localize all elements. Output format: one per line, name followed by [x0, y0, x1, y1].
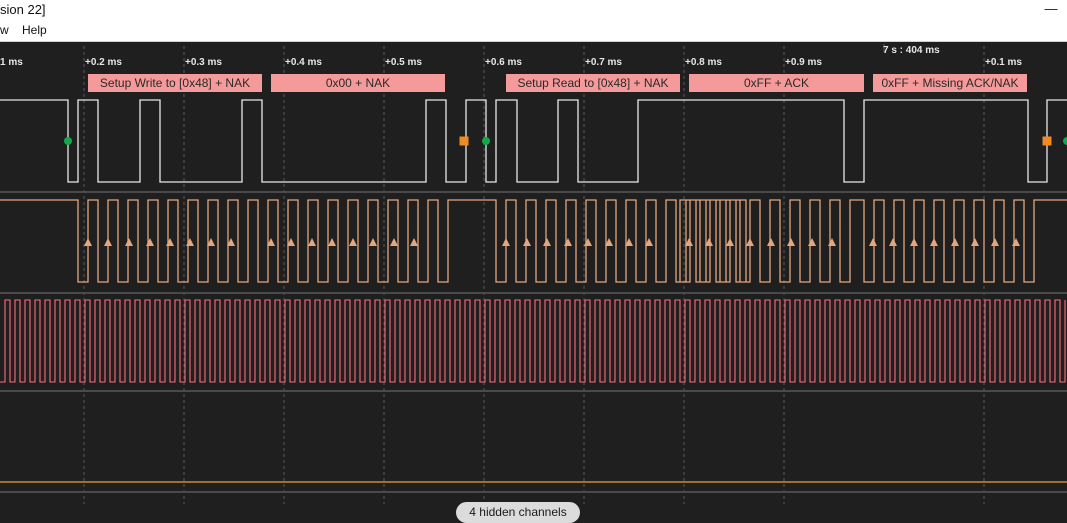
rising-edge-arrow-icon [726, 238, 734, 246]
rising-edge-arrow-icon [84, 238, 92, 246]
rising-edge-arrow-icon [1012, 238, 1020, 246]
hidden-channels-button[interactable]: 4 hidden channels [456, 502, 580, 523]
waveform-view[interactable]: 1 ms +0.2 ms +0.3 ms +0.4 ms +0.5 ms +0.6 ms +… [0, 42, 1067, 523]
channel-traces [0, 99, 1067, 483]
annotation-label: Setup Write to [0x48] + NAK [100, 76, 250, 90]
rising-edge-arrow-icon [767, 238, 775, 246]
rising-edge-arrow-icon [125, 238, 133, 246]
menu-bar: w Help [0, 20, 1067, 42]
green-circle-icon [64, 137, 72, 145]
orange-square-icon [1042, 136, 1052, 146]
window-title: sion 22] [0, 2, 46, 17]
annotation-label: 0x00 + NAK [326, 76, 390, 90]
rising-edge-arrow-icon [410, 238, 418, 246]
orange-square-icon [459, 136, 469, 146]
rising-edge-arrow-icon [910, 238, 918, 246]
time-tick-label: 1 ms [0, 57, 23, 68]
time-tick-label: +0.2 ms [85, 57, 122, 68]
time-tick-label: +0.9 ms [785, 57, 822, 68]
rising-edge-arrow-icon [746, 238, 754, 246]
title-bar: sion 22] — [0, 0, 1067, 20]
rising-edge-arrow-icon [584, 238, 592, 246]
annotation-label: 0xFF + ACK [744, 76, 809, 90]
rising-edge-arrow-icon [971, 238, 979, 246]
rising-edge-arrow-icon [564, 238, 572, 246]
time-tick-label: +0.7 ms [585, 57, 622, 68]
rising-edge-arrow-icon [369, 238, 377, 246]
minimize-button[interactable]: — [1043, 0, 1059, 18]
rising-edge-arrow-icon [951, 238, 959, 246]
time-tick-label: +0.1 ms [985, 57, 1022, 68]
rising-edge-arrow-icon [502, 238, 510, 246]
time-tick-label: +0.6 ms [485, 57, 522, 68]
rising-edge-arrow-icon [828, 238, 836, 246]
time-tick-label: +0.4 ms [285, 57, 322, 68]
green-circle-icon [1063, 137, 1067, 145]
rising-edge-arrow-icon [308, 238, 316, 246]
rising-edge-arrow-icon [104, 238, 112, 246]
protocol-annotations: Setup Write to [0x48] + NAK 0x00 + NAK Set… [88, 74, 1027, 92]
rising-edge-arrow-icon [869, 238, 877, 246]
time-ruler: 1 ms +0.2 ms +0.3 ms +0.4 ms +0.5 ms +0.6 ms +… [0, 57, 1022, 68]
rising-edge-arrow-icon [349, 238, 357, 246]
rising-edge-arrow-icon [146, 238, 154, 246]
rising-edge-arrow-icon [808, 238, 816, 246]
menu-item-help[interactable]: Help [22, 23, 47, 37]
rising-edge-arrow-icon [991, 238, 999, 246]
rising-edge-arrow-icon [930, 238, 938, 246]
rising-edge-arrow-icon [328, 238, 336, 246]
rising-edge-arrow-icon [523, 238, 531, 246]
time-gridlines [83, 44, 985, 504]
annotation-label: Setup Read to [0x48] + NAK [517, 76, 668, 90]
channel-1-trace [0, 199, 1067, 283]
time-tick-label: +0.8 ms [685, 57, 722, 68]
time-tick-label: +0.5 ms [385, 57, 422, 68]
rising-edge-arrow-icon [787, 238, 795, 246]
timestamp-marker-label: 7 s : 404 ms [883, 45, 940, 56]
annotation-label: 0xFF + Missing ACK/NAK [881, 76, 1018, 90]
green-circle-icon [482, 137, 490, 145]
rising-edge-arrow-icon [186, 238, 194, 246]
frame-markers [64, 136, 1067, 146]
rising-edge-arrow-icon [166, 238, 174, 246]
rising-edge-arrow-icon [390, 238, 398, 246]
channel-2-trace [0, 299, 1066, 383]
menu-item-view[interactable]: w [0, 23, 9, 37]
rising-edge-arrow-icon [889, 238, 897, 246]
channel-0-trace [0, 99, 1067, 183]
time-tick-label: +0.3 ms [185, 57, 222, 68]
rising-edge-arrow-icon [543, 238, 551, 246]
